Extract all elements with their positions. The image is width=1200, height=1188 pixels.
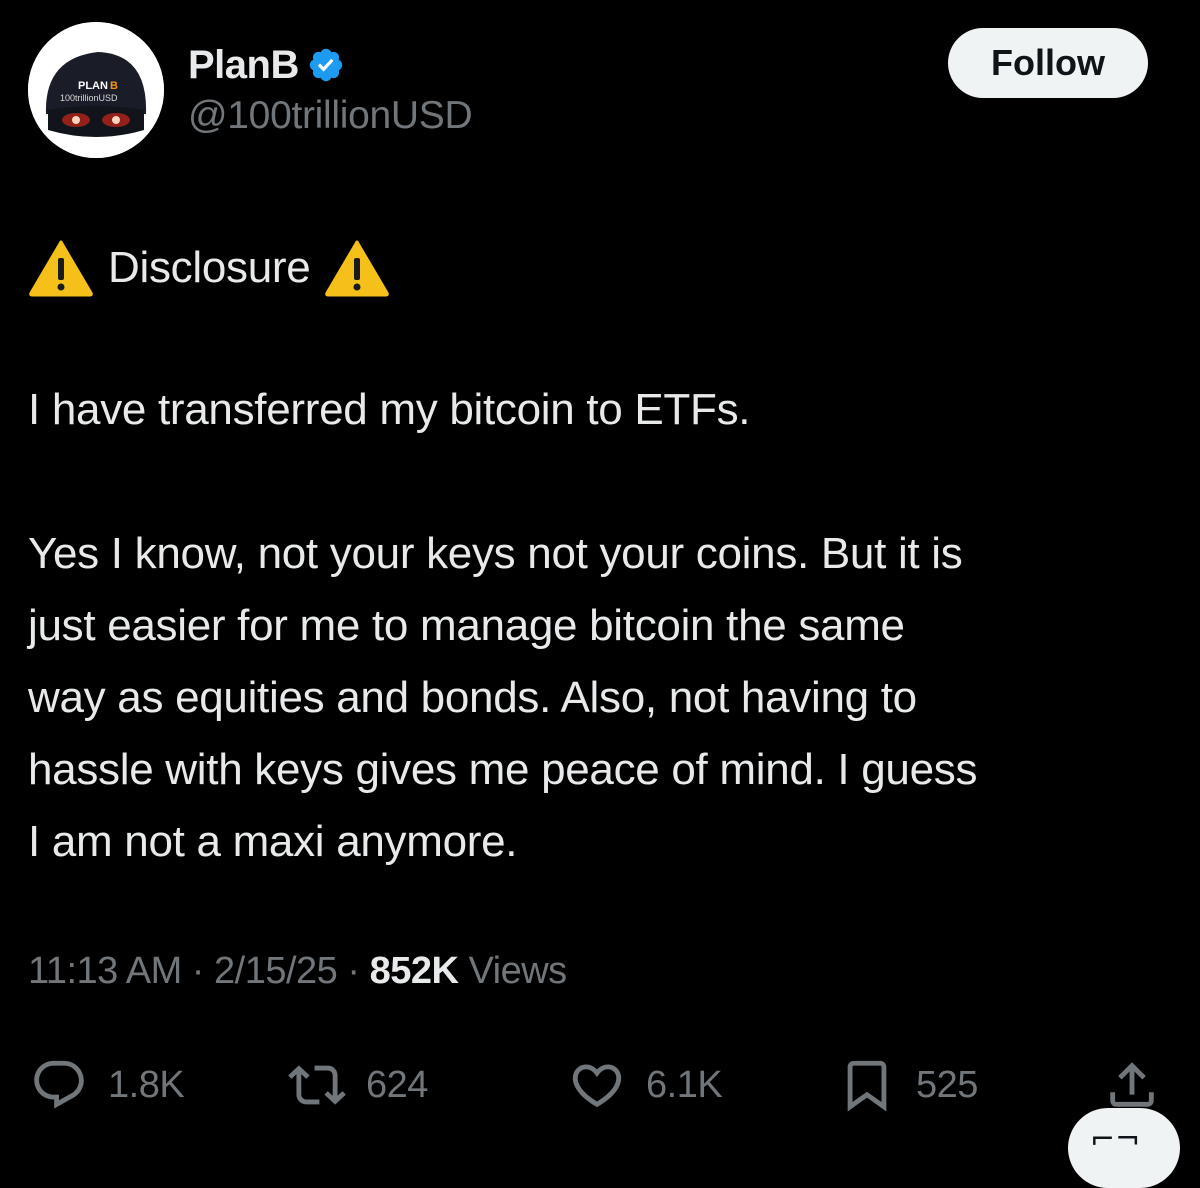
post-meta: 11:13 AM · 2/15/25 · 852K Views [28,950,567,993]
post-text-line: hassle with keys gives me peace of mind.… [28,745,978,794]
meta-separator: · [191,950,215,992]
like-button[interactable]: 6.1K [568,1055,723,1115]
retweet-button[interactable]: 624 [288,1055,428,1115]
bookmark-button[interactable]: 525 [838,1055,978,1115]
floating-action-button[interactable]: ⌐¬ [1068,1108,1180,1188]
reply-count: 1.8K [108,1063,185,1106]
avatar-image: PLAN B 100trillionUSD [28,22,164,158]
avatar-logo-subtext: 100trillionUSD [60,93,118,103]
avatar-logo-text: PLAN [78,80,108,92]
author-handle[interactable]: @100trillionUSD [188,94,473,138]
follow-button[interactable]: Follow [948,28,1148,98]
avatar-logo-b: B [110,80,118,92]
share-button[interactable] [1103,1055,1161,1115]
tweet: PLAN B 100trillionUSD PlanB @100trillion… [0,0,1200,1188]
share-icon [1103,1056,1161,1114]
post-text-line: I have transferred my bitcoin to ETFs. [28,385,751,434]
retweet-icon [288,1056,346,1114]
avatar[interactable]: PLAN B 100trillionUSD [28,22,164,158]
action-bar: 1.8K 624 6.1K 525 [0,1055,1200,1115]
post-text-line: just easier for me to manage bitcoin the… [28,601,905,650]
disclosure-text: Disclosure [108,243,311,292]
warning-icon [324,239,390,297]
views-count: 852K [369,950,459,992]
meta-separator: · [347,950,370,992]
verified-badge-icon [307,46,345,84]
reply-button[interactable]: 1.8K [30,1055,185,1115]
post-text-line: Yes I know, not your keys not your coins… [28,529,963,578]
expand-icon: ⌐¬ [1090,1122,1141,1157]
post-time[interactable]: 11:13 AM [28,950,182,992]
reply-icon [30,1056,88,1114]
like-count: 6.1K [646,1063,723,1106]
heart-icon [568,1056,626,1114]
post-text-line: way as equities and bonds. Also, not hav… [28,673,917,722]
warning-icon [28,239,94,297]
display-name[interactable]: PlanB [188,43,299,88]
retweet-count: 624 [366,1063,428,1106]
post-text-line: I am not a maxi anymore. [28,817,518,866]
author-name-row[interactable]: PlanB [188,40,345,90]
bookmark-icon [838,1056,896,1114]
disclosure-heading: Disclosure [28,232,390,304]
post-date[interactable]: 2/15/25 [214,950,338,992]
bookmark-count: 525 [916,1063,978,1106]
views-label: Views [468,950,568,992]
